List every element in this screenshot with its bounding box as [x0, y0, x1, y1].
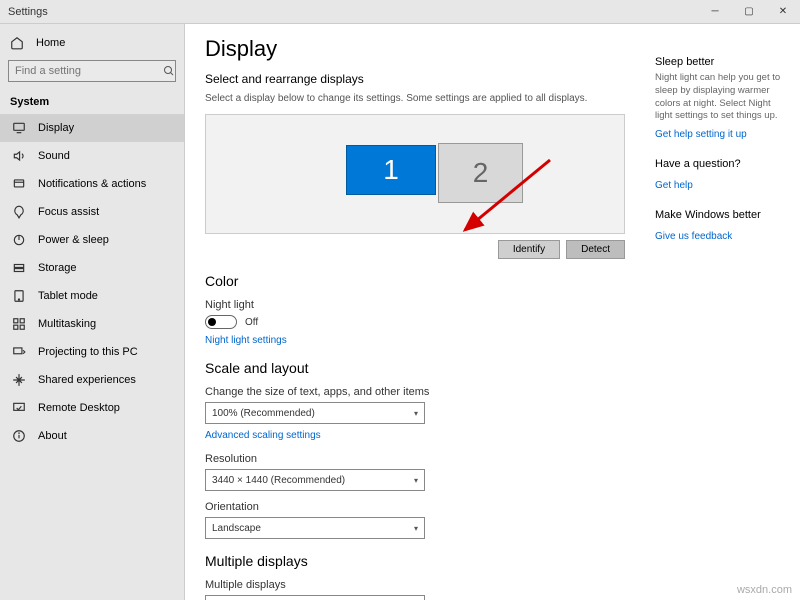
sidebar-item-remote-desktop[interactable]: Remote Desktop: [0, 394, 184, 422]
close-button[interactable]: ✕: [766, 0, 800, 24]
tablet-icon: [12, 289, 26, 303]
sidebar-item-sound[interactable]: Sound: [0, 142, 184, 170]
sidebar-item-multitasking[interactable]: Multitasking: [0, 310, 184, 338]
sidebar-item-label: Sound: [38, 150, 70, 162]
about-icon: [12, 429, 26, 443]
sidebar-item-projecting-to-this-pc[interactable]: Projecting to this PC: [0, 338, 184, 366]
watermark: wsxdn.com: [737, 584, 792, 596]
window-title: Settings: [0, 6, 48, 18]
display-icon: [12, 121, 26, 135]
help-rail: Sleep better Night light can help you ge…: [655, 36, 800, 588]
rail-sleep-link[interactable]: Get help setting it up: [655, 129, 747, 140]
home-button[interactable]: Home: [0, 30, 184, 56]
window-buttons: ─ ▢ ✕: [698, 0, 800, 24]
nav-list: Display Sound Notifications & actions Focus…: [0, 114, 184, 450]
notifications-icon: [12, 177, 26, 191]
scale-dropdown[interactable]: 100% (Recommended) ▾: [205, 402, 425, 424]
sidebar-item-tablet-mode[interactable]: Tablet mode: [0, 282, 184, 310]
page-title: Display: [205, 36, 643, 62]
shared-icon: [12, 373, 26, 387]
orientation-dropdown[interactable]: Landscape ▾: [205, 517, 425, 539]
monitor-1[interactable]: 1: [346, 145, 436, 195]
rail-feedback-link[interactable]: Give us feedback: [655, 231, 732, 242]
detect-button[interactable]: Detect: [566, 240, 625, 259]
multitask-icon: [12, 317, 26, 331]
sidebar: Home System Display Sound Notifications & …: [0, 24, 185, 600]
sidebar-item-display[interactable]: Display: [0, 114, 184, 142]
power-icon: [12, 233, 26, 247]
sidebar-item-focus-assist[interactable]: Focus assist: [0, 198, 184, 226]
projecting-icon: [12, 345, 26, 359]
rail-sleep-text: Night light can help you get to sleep by…: [655, 72, 788, 123]
multiple-displays-heading: Multiple displays: [205, 553, 643, 569]
display-arrangement[interactable]: 1 2: [205, 114, 625, 234]
night-light-value: Off: [245, 317, 258, 328]
rail-question-heading: Have a question?: [655, 158, 788, 170]
search-field[interactable]: [9, 65, 163, 77]
sidebar-item-notifications-actions[interactable]: Notifications & actions: [0, 170, 184, 198]
sidebar-item-about[interactable]: About: [0, 422, 184, 450]
resolution-value: 3440 × 1440 (Recommended): [212, 475, 345, 486]
chevron-down-icon: ▾: [414, 409, 418, 418]
sound-icon: [12, 149, 26, 163]
toggle-track: [205, 315, 237, 329]
rail-help-link[interactable]: Get help: [655, 180, 693, 191]
remote-icon: [12, 401, 26, 415]
sidebar-item-label: Notifications & actions: [38, 178, 146, 190]
orientation-value: Landscape: [212, 523, 261, 534]
search-input[interactable]: [8, 60, 176, 82]
sidebar-item-label: Projecting to this PC: [38, 346, 138, 358]
sidebar-item-label: Tablet mode: [38, 290, 98, 302]
sidebar-item-label: Storage: [38, 262, 77, 274]
maximize-button[interactable]: ▢: [732, 0, 766, 24]
sidebar-item-label: Power & sleep: [38, 234, 109, 246]
resolution-dropdown[interactable]: 3440 × 1440 (Recommended) ▾: [205, 469, 425, 491]
rail-feedback-heading: Make Windows better: [655, 209, 788, 221]
minimize-button[interactable]: ─: [698, 0, 732, 24]
sidebar-item-storage[interactable]: Storage: [0, 254, 184, 282]
arrange-heading: Select and rearrange displays: [205, 72, 643, 86]
orientation-label: Orientation: [205, 501, 643, 513]
multiple-displays-dropdown[interactable]: Extend these displays ▾: [205, 595, 425, 600]
color-heading: Color: [205, 273, 643, 289]
multiple-displays-label: Multiple displays: [205, 579, 643, 591]
night-light-toggle[interactable]: Off: [205, 315, 643, 329]
chevron-down-icon: ▾: [414, 476, 418, 485]
sidebar-item-power-sleep[interactable]: Power & sleep: [0, 226, 184, 254]
night-light-label: Night light: [205, 299, 643, 311]
resolution-label: Resolution: [205, 453, 643, 465]
search-icon: [163, 65, 175, 77]
home-icon: [10, 36, 24, 50]
focus-icon: [12, 205, 26, 219]
arrange-subtext: Select a display below to change its set…: [205, 92, 643, 106]
sidebar-item-label: About: [38, 430, 67, 442]
rail-sleep-heading: Sleep better: [655, 56, 788, 68]
identify-button[interactable]: Identify: [498, 240, 560, 259]
sidebar-item-label: Remote Desktop: [38, 402, 120, 414]
sidebar-item-shared-experiences[interactable]: Shared experiences: [0, 366, 184, 394]
section-header: System: [0, 90, 184, 114]
scale-value: 100% (Recommended): [212, 408, 315, 419]
titlebar: Settings ─ ▢ ✕: [0, 0, 800, 24]
monitor-2[interactable]: 2: [438, 143, 523, 203]
chevron-down-icon: ▾: [414, 524, 418, 533]
scale-label: Change the size of text, apps, and other…: [205, 386, 643, 398]
night-light-settings-link[interactable]: Night light settings: [205, 335, 287, 346]
sidebar-item-label: Shared experiences: [38, 374, 136, 386]
storage-icon: [12, 261, 26, 275]
advanced-scaling-link[interactable]: Advanced scaling settings: [205, 430, 321, 441]
sidebar-item-label: Focus assist: [38, 206, 99, 218]
main-content: Display Select and rearrange displays Se…: [205, 36, 655, 588]
sidebar-item-label: Multitasking: [38, 318, 96, 330]
home-label: Home: [36, 37, 65, 49]
sidebar-item-label: Display: [38, 122, 74, 134]
scale-heading: Scale and layout: [205, 360, 643, 376]
